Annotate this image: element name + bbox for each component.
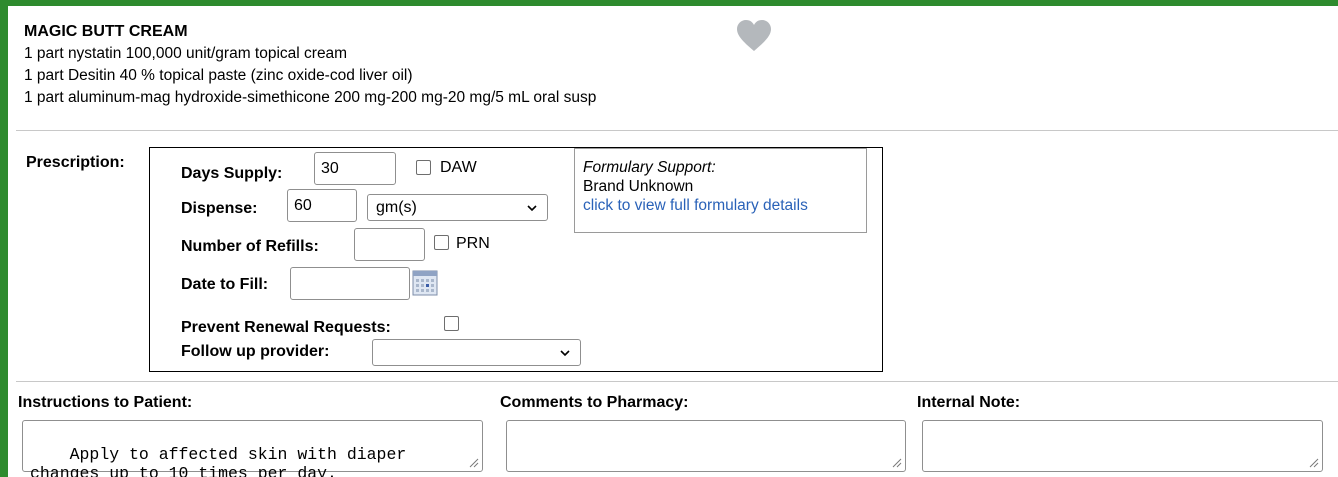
follow-up-label: Follow up provider: — [181, 343, 330, 360]
refills-input[interactable] — [354, 228, 425, 261]
dispense-label: Dispense: — [181, 200, 258, 217]
instructions-textarea[interactable]: Apply to affected skin with diaper chang… — [22, 420, 483, 477]
dispense-unit-value: gm(s) — [376, 199, 417, 216]
chevron-down-icon — [560, 350, 570, 357]
date-to-fill-input[interactable] — [290, 267, 410, 300]
prescription-label: Prescription: — [26, 154, 125, 171]
pharmacy-comments-textarea[interactable] — [506, 420, 906, 472]
internal-note-textarea[interactable] — [922, 420, 1323, 472]
prn-checkbox[interactable] — [434, 235, 449, 250]
ingredient-line: 1 part nystatin 100,000 unit/gram topica… — [24, 45, 348, 62]
days-supply-input[interactable]: 30 — [314, 152, 396, 185]
formulary-details-link[interactable]: click to view full formulary details — [583, 197, 808, 214]
calendar-icon[interactable] — [412, 270, 438, 296]
daw-label: DAW — [440, 159, 477, 176]
instructions-label: Instructions to Patient: — [18, 394, 193, 411]
daw-checkbox[interactable] — [416, 160, 431, 175]
prn-label: PRN — [456, 235, 490, 252]
date-to-fill-label: Date to Fill: — [181, 276, 269, 293]
divider — [16, 381, 1338, 382]
ingredient-line: 1 part aluminum-mag hydroxide-simethicon… — [24, 89, 597, 106]
refills-label: Number of Refills: — [181, 238, 319, 255]
instructions-text: Apply to affected skin with diaper chang… — [30, 445, 417, 477]
medication-title: MAGIC BUTT CREAM — [24, 23, 188, 40]
days-supply-label: Days Supply: — [181, 165, 283, 182]
formulary-heading: Formulary Support: — [583, 159, 716, 176]
chevron-down-icon — [527, 205, 537, 212]
prescription-panel: MAGIC BUTT CREAM 1 part nystatin 100,000… — [8, 6, 1338, 477]
formulary-status: Brand Unknown — [583, 178, 694, 195]
dispense-input[interactable]: 60 — [287, 189, 357, 222]
pharmacy-comments-label: Comments to Pharmacy: — [500, 394, 689, 411]
formulary-support-box: Formulary Support: Brand Unknown click t… — [574, 148, 867, 233]
resize-grip-icon[interactable] — [892, 458, 902, 468]
follow-up-provider-select[interactable] — [372, 339, 581, 366]
ingredient-line: 1 part Desitin 40 % topical paste (zinc … — [24, 67, 413, 84]
divider — [16, 130, 1338, 131]
resize-grip-icon[interactable] — [469, 458, 479, 468]
heart-icon[interactable] — [736, 19, 772, 53]
prevent-renewal-label: Prevent Renewal Requests: — [181, 319, 391, 336]
dispense-unit-select[interactable]: gm(s) — [367, 194, 548, 221]
prevent-renewal-checkbox[interactable] — [444, 316, 459, 331]
internal-note-label: Internal Note: — [917, 394, 1021, 411]
resize-grip-icon[interactable] — [1309, 458, 1319, 468]
